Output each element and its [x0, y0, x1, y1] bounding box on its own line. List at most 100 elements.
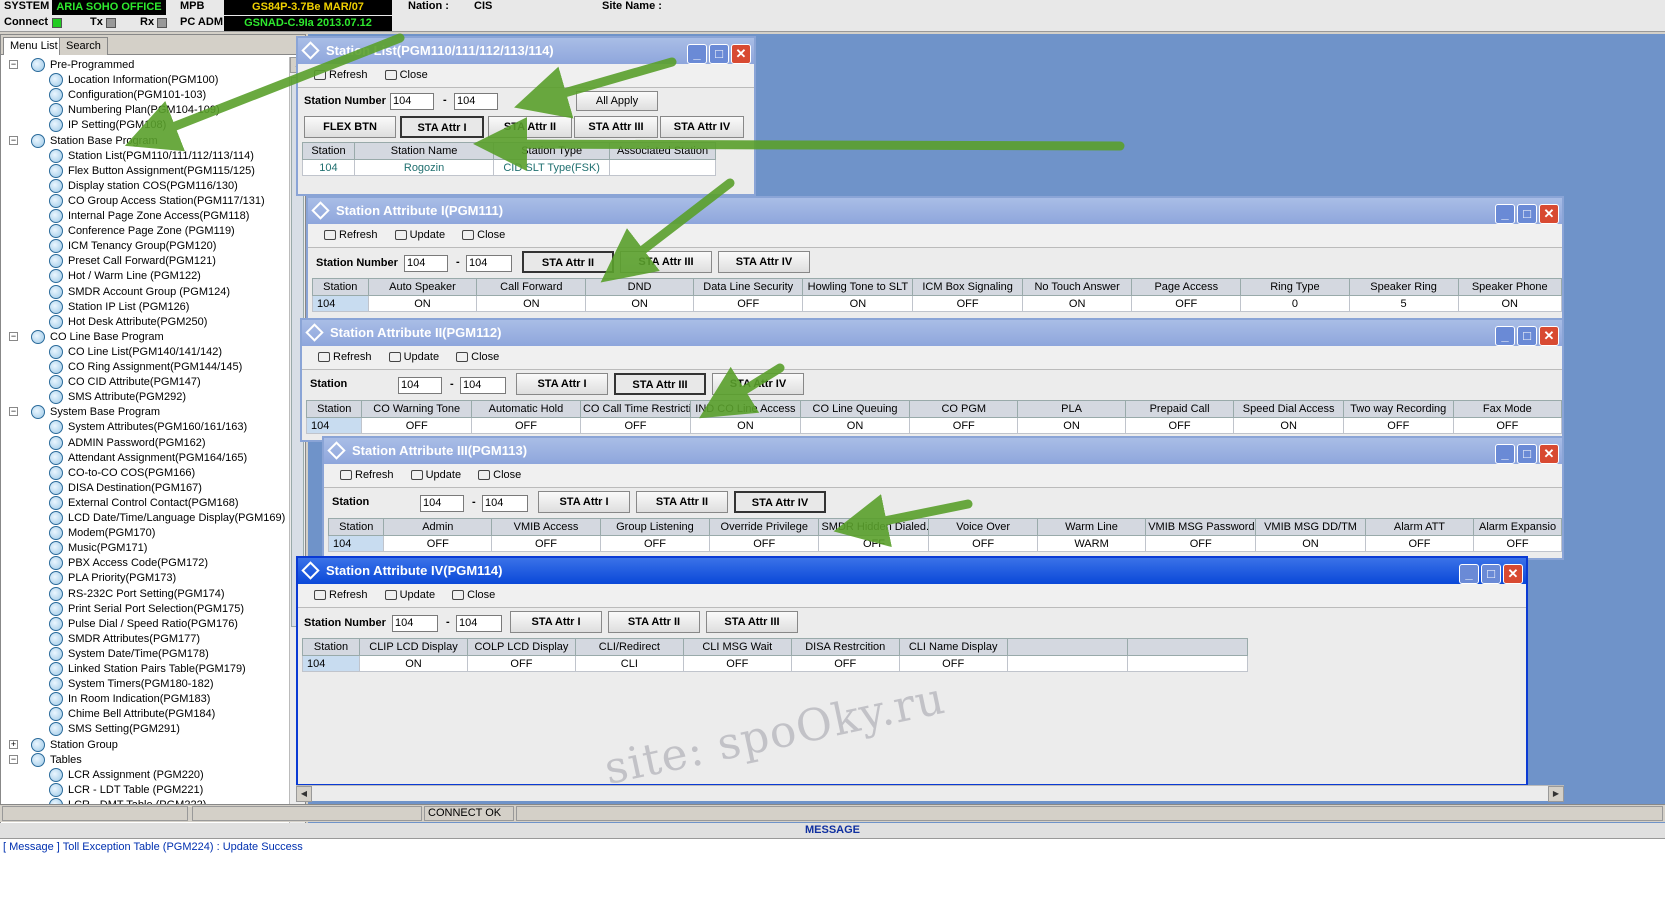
- column-header[interactable]: Speed Dial Access: [1233, 400, 1344, 418]
- window-titlebar[interactable]: Station List(PGM110/111/112/113/114) _ □ ✕: [298, 38, 754, 64]
- station-to-input[interactable]: 104: [456, 615, 502, 632]
- table-cell[interactable]: OFF: [1131, 295, 1242, 312]
- tree-item[interactable]: SMS Attribute(PGM292): [49, 389, 186, 405]
- tab-search[interactable]: Search: [59, 37, 108, 55]
- table-cell[interactable]: CLI: [574, 655, 684, 672]
- table-cell[interactable]: ON: [1021, 295, 1133, 312]
- maximize-icon[interactable]: □: [1517, 204, 1537, 224]
- collapse-icon[interactable]: −: [9, 407, 18, 417]
- station-to-input[interactable]: 104: [466, 255, 512, 272]
- tree-group[interactable]: − System Base Program: [9, 404, 160, 420]
- column-header[interactable]: Station: [305, 400, 363, 418]
- maximize-icon[interactable]: □: [1517, 444, 1537, 464]
- column-header[interactable]: Station: [302, 142, 355, 160]
- table-cell[interactable]: OFF: [1364, 535, 1475, 552]
- table-row[interactable]: 104 ON OFF CLI OFF OFF OFF: [301, 655, 1249, 672]
- tree-item[interactable]: LCD Date/Time/Language Display(PGM169): [49, 510, 285, 526]
- maximize-icon[interactable]: □: [709, 44, 729, 64]
- flex-btn-assign-button[interactable]: FLEX BTN Assign: [304, 116, 396, 153]
- table-cell[interactable]: ON: [1233, 417, 1344, 434]
- table-cell[interactable]: ON: [802, 295, 914, 312]
- workspace-hscrollbar[interactable]: ◀ ▶: [296, 785, 1564, 802]
- tree-item[interactable]: External Control Contact(PGM168): [49, 495, 239, 511]
- column-header[interactable]: Station Type: [493, 142, 611, 160]
- table-cell[interactable]: OFF: [709, 535, 820, 552]
- refresh-button[interactable]: Refresh: [314, 64, 368, 86]
- station-attribute-iv-window[interactable]: Station Attribute IV(PGM114) _ □ ✕ Refresh…: [296, 556, 1528, 786]
- tree-item[interactable]: Print Serial Port Selection(PGM175): [49, 601, 244, 617]
- close-icon[interactable]: ✕: [1539, 326, 1559, 346]
- column-header[interactable]: CO Warning Tone: [361, 400, 472, 418]
- tree-item[interactable]: Linked Station Pairs Table(PGM179): [49, 661, 246, 677]
- update-button[interactable]: Update: [384, 584, 435, 606]
- column-header[interactable]: Call Forward: [476, 278, 587, 296]
- tree-item[interactable]: In Room Indication(PGM183): [49, 691, 210, 707]
- column-header[interactable]: COLP LCD Display: [466, 638, 576, 656]
- column-header[interactable]: Group Listening: [599, 518, 711, 536]
- close-icon[interactable]: ✕: [1503, 564, 1523, 584]
- tree-item[interactable]: Preset Call Forward(PGM121): [49, 253, 216, 269]
- column-header[interactable]: CLI/Redirect: [574, 638, 684, 656]
- table-cell[interactable]: OFF: [1124, 417, 1235, 434]
- station-from-input[interactable]: 104: [404, 255, 448, 272]
- window-titlebar[interactable]: Station Attribute II(PGM112) _ □ ✕: [302, 320, 1562, 346]
- column-header[interactable]: Data Line Security: [692, 278, 804, 296]
- column-header[interactable]: Automatic Hold: [470, 400, 581, 418]
- station-to-input[interactable]: 104: [482, 495, 528, 512]
- table-cell[interactable]: [1006, 655, 1128, 672]
- column-header[interactable]: CLIP LCD Display: [359, 638, 468, 656]
- sta-attr-ii-button[interactable]: STA Attr II: [488, 116, 572, 138]
- table-cell[interactable]: ON: [799, 417, 911, 434]
- table-cell[interactable]: CID SLT Type(FSK): [493, 159, 611, 176]
- table-cell[interactable]: ON: [1255, 535, 1366, 552]
- table-cell[interactable]: ON: [1457, 295, 1563, 312]
- column-header[interactable]: Warm Line: [1036, 518, 1147, 536]
- table-cell[interactable]: OFF: [790, 655, 900, 672]
- close-button[interactable]: Close: [384, 64, 428, 86]
- tree-item[interactable]: SMDR Attributes(PGM177): [49, 631, 200, 647]
- table-cell[interactable]: OFF: [1473, 535, 1562, 552]
- tree-item[interactable]: CO Group Access Station(PGM117/131): [49, 193, 265, 209]
- table-cell[interactable]: 5: [1348, 295, 1459, 312]
- table-cell[interactable]: 104: [312, 295, 369, 312]
- tree-group[interactable]: − CO Line Base Program: [9, 329, 164, 345]
- tree-group[interactable]: − Station Base Program: [9, 133, 158, 149]
- station-from-input[interactable]: 104: [420, 495, 464, 512]
- tree-item[interactable]: PLA Priority(PGM173): [49, 570, 176, 586]
- table-cell[interactable]: 104: [302, 159, 355, 176]
- collapse-icon[interactable]: −: [9, 60, 18, 69]
- close-icon[interactable]: ✕: [731, 44, 751, 64]
- table-cell[interactable]: OFF: [898, 655, 1008, 672]
- station-attribute-ii-window[interactable]: Station Attribute II(PGM112) _ □ ✕ Refresh…: [300, 318, 1564, 442]
- table-cell[interactable]: 104: [305, 417, 363, 434]
- refresh-button[interactable]: Refresh: [340, 464, 394, 486]
- column-header[interactable]: Speaker Ring: [1348, 278, 1459, 296]
- column-header[interactable]: PLA: [1017, 400, 1126, 418]
- update-button[interactable]: Update: [388, 346, 439, 368]
- table-cell[interactable]: WARM: [1036, 535, 1147, 552]
- tree-item[interactable]: Station List(PGM110/111/112/113/114): [49, 148, 254, 164]
- station-attribute-i-window[interactable]: Station Attribute I(PGM111) _ □ ✕ Refresh …: [306, 196, 1564, 320]
- column-header[interactable]: CO Call Time Restricti...: [579, 400, 691, 418]
- window-titlebar[interactable]: Station Attribute III(PGM113) _ □ ✕: [324, 438, 1562, 464]
- column-header[interactable]: Alarm Expansio: [1473, 518, 1562, 536]
- table-cell[interactable]: ON: [359, 655, 468, 672]
- column-header[interactable]: DISA Restrcition: [790, 638, 900, 656]
- column-header[interactable]: Admin: [383, 518, 493, 536]
- tree-item[interactable]: Internal Page Zone Access(PGM118): [49, 208, 249, 224]
- table-cell[interactable]: OFF: [383, 535, 493, 552]
- column-header[interactable]: Station: [327, 518, 385, 536]
- column-header[interactable]: Howling Tone to SLT: [802, 278, 914, 296]
- tree-item[interactable]: RS-232C Port Setting(PGM174): [49, 586, 225, 602]
- tree-item[interactable]: LCR Assignment (PGM220): [49, 767, 204, 783]
- column-header[interactable]: [1126, 638, 1249, 656]
- tree-item[interactable]: SMDR Account Group (PGM124): [49, 284, 230, 300]
- station-attribute-iii-window[interactable]: Station Attribute III(PGM113) _ □ ✕ Refres…: [322, 436, 1564, 560]
- tree-item[interactable]: IP Setting(PGM108): [49, 117, 166, 133]
- column-header[interactable]: Fax Mode: [1452, 400, 1563, 418]
- window-titlebar[interactable]: Station Attribute I(PGM111) _ □ ✕: [308, 198, 1562, 224]
- tree-item[interactable]: Modem(PGM170): [49, 525, 155, 541]
- column-header[interactable]: Auto Speaker: [367, 278, 478, 296]
- table-cell[interactable]: 104: [301, 655, 361, 672]
- collapse-icon[interactable]: −: [9, 135, 18, 145]
